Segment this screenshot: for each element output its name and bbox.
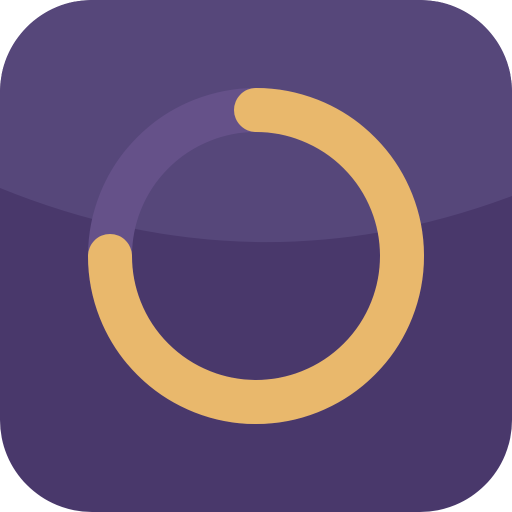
app-icon[interactable] <box>0 0 512 512</box>
icon-stage <box>0 0 512 512</box>
